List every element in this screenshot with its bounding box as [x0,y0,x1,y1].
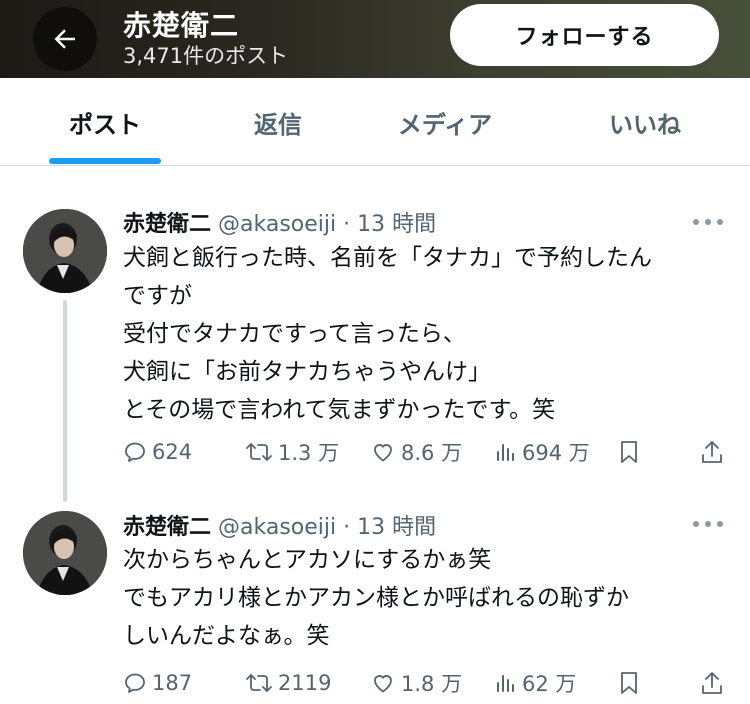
repost-button[interactable]: 1.3 万 [245,437,339,467]
views-chart-icon [497,444,514,461]
tweet-text: 犬飼と飯行った時、名前を「タナカ」で予約したん ですが 受付でタナカですって言っ… [123,239,733,429]
reply-icon [125,442,145,462]
tab-likes[interactable]: いいね [592,78,698,166]
tweet-meta: 赤楚衛二 @akasoeiji · 13 時間 [123,509,436,541]
heart-icon [374,675,392,693]
thread-connector [63,300,67,502]
views-button[interactable]: 694 万 [495,437,590,467]
reply-icon [125,673,145,693]
more-options-button[interactable] [693,519,723,529]
tweet-meta: 赤楚衛二 @akasoeiji · 13 時間 [123,206,436,238]
reply-count: 624 [152,440,193,464]
tweet-line: しいんだよなぁ。笑 [123,623,330,649]
separator: · [343,212,351,237]
post-count: 3,471件のポスト [123,44,289,68]
bookmark-icon [621,441,637,463]
avatar[interactable] [23,209,107,293]
more-options-button[interactable] [693,217,723,227]
share-button[interactable] [700,437,729,467]
share-icon [702,441,722,463]
author-handle[interactable]: @akasoeiji [218,515,336,540]
profile-header: 赤楚衛二 3,471件のポスト フォローする [0,0,750,78]
active-tab-indicator [49,158,161,164]
repost-count: 1.3 万 [278,441,340,465]
tweet-line: 犬飼に「お前タナカちゃうやんけ」 [123,359,491,385]
tweet-line: 受付でタナカですって言ったら、 [123,321,466,347]
bookmark-button[interactable] [618,437,645,467]
reply-button[interactable]: 624 [123,437,192,467]
reply-button[interactable]: 187 [123,668,192,698]
tweet-line: とその場で言われて気まずかったです。笑 [123,397,556,423]
profile-name: 赤楚衛二 [123,9,240,42]
views-button[interactable]: 62 万 [495,668,576,698]
timestamp[interactable]: 13 時間 [357,515,436,540]
view-count: 62 万 [522,672,577,696]
repost-count: 2119 [278,671,332,695]
repost-button[interactable]: 2119 [245,668,331,698]
like-button[interactable]: 1.8 万 [370,668,462,698]
tweet-line: ですが [123,283,192,309]
repost-icon [246,443,272,461]
author-name[interactable]: 赤楚衛二 [123,212,211,237]
back-button[interactable] [33,7,97,71]
view-count: 694 万 [522,441,590,465]
tweet-line: 次からちゃんとアカソにするかぁ笑 [123,547,492,573]
profile-tabs: ポスト 返信 メディア いいね [0,78,750,166]
tab-replies[interactable]: 返信 [228,78,328,166]
tweet-actions: 187 2119 1.8 万 62 万 [123,668,733,698]
avatar[interactable] [23,511,107,595]
separator: · [343,515,351,540]
heart-icon [374,444,392,462]
repost-icon [246,674,272,692]
bookmark-icon [621,672,637,694]
like-button[interactable]: 8.6 万 [370,437,462,467]
tweet-line: でもアカリ様とかアカン様とか呼ばれるの恥ずか [123,585,629,611]
tab-media[interactable]: メディア [380,78,510,166]
arrow-left-icon [54,29,75,49]
timestamp[interactable]: 13 時間 [357,212,436,237]
author-name[interactable]: 赤楚衛二 [123,515,211,540]
tab-posts[interactable]: ポスト [49,78,161,166]
like-count: 1.8 万 [401,672,463,696]
share-icon [702,672,722,694]
tweet-text: 次からちゃんとアカソにするかぁ笑 でもアカリ様とかアカン様とか呼ばれるの恥ずか … [123,541,733,655]
share-button[interactable] [700,668,729,698]
like-count: 8.6 万 [401,441,463,465]
reply-count: 187 [152,671,193,695]
follow-button[interactable]: フォローする [450,4,719,66]
tweet-actions: 624 1.3 万 8.6 万 694 万 [123,437,733,467]
bookmark-button[interactable] [618,668,645,698]
tweet-line: 犬飼と飯行った時、名前を「タナカ」で予約したん [123,245,652,271]
views-chart-icon [497,675,514,692]
author-handle[interactable]: @akasoeiji [218,212,336,237]
